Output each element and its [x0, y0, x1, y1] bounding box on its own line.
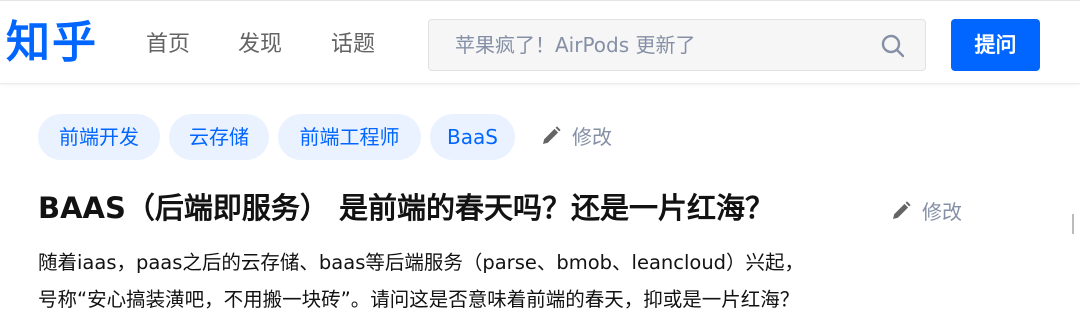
question-detail-line: 随着iaas，paas之后的云存储、baas等后端服务（parse、bmob、l… — [38, 251, 805, 274]
topic-tag[interactable]: 云存储 — [169, 114, 269, 160]
scroll-edge — [1072, 214, 1080, 234]
pencil-icon — [893, 201, 911, 219]
nav-discover[interactable]: 发现 — [238, 29, 282, 61]
topic-tag[interactable]: 前端开发 — [38, 114, 160, 160]
zhihu-logo[interactable]: 知乎 — [6, 15, 98, 71]
nav-home[interactable]: 首页 — [146, 29, 190, 61]
search-input[interactable]: 苹果疯了！AirPods 更新了 — [455, 30, 696, 60]
nav-topics[interactable]: 话题 — [331, 29, 375, 61]
question-detail-line: 号称“安心搞装潢吧，不用搬一块砖”。请问这是否意味着前端的春天，抑或是一片红海？ — [38, 288, 800, 311]
edit-topics-button[interactable]: 修改 — [540, 122, 612, 152]
pencil-icon — [543, 126, 561, 144]
edit-question-button[interactable]: 修改 — [890, 197, 962, 227]
question-title: BAAS（后端即服务） 是前端的春天吗？还是一片红海？ — [38, 191, 774, 225]
search-icon[interactable] — [879, 32, 907, 60]
topic-tag[interactable]: 前端工程师 — [278, 114, 421, 160]
top-navigation-bar: 知乎 首页 发现 话题 苹果疯了！AirPods 更新了 提问 — [0, 0, 1080, 84]
topic-tag[interactable]: BaaS — [430, 114, 515, 160]
search-bar[interactable]: 苹果疯了！AirPods 更新了 — [428, 19, 926, 71]
edit-topics-label: 修改 — [572, 125, 612, 149]
ask-question-button[interactable]: 提问 — [951, 19, 1040, 71]
edit-question-label: 修改 — [922, 200, 962, 224]
